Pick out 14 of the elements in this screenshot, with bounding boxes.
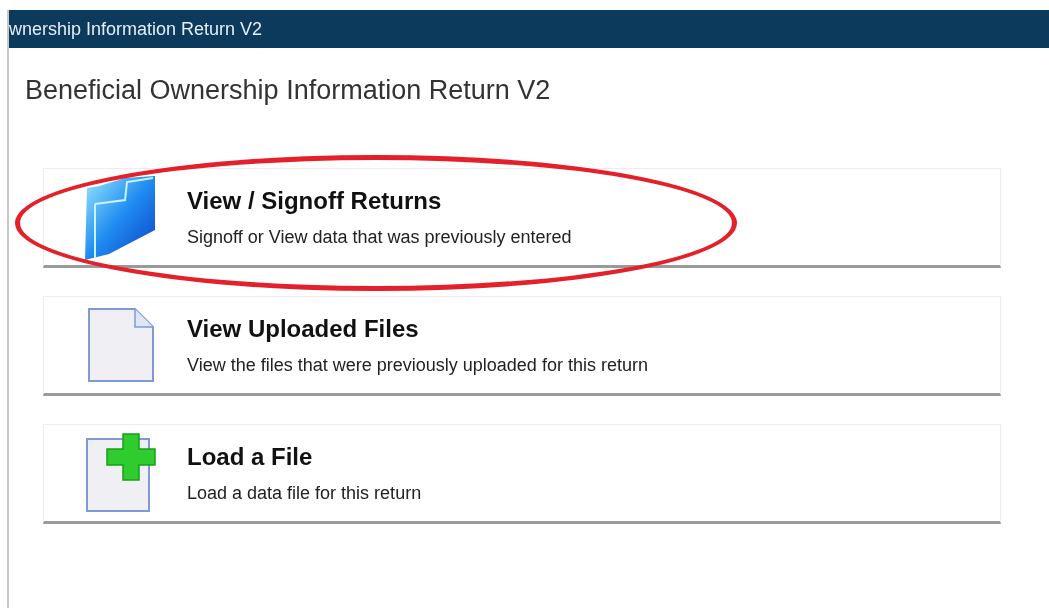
action-description: Load a data file for this return [187, 482, 422, 504]
action-title: View / Signoff Returns [187, 186, 443, 215]
page-heading: Beneficial Ownership Information Return V2 [25, 75, 552, 106]
window-title: wnership Information Return V2 [9, 18, 263, 40]
action-title: View Uploaded Files [187, 314, 420, 343]
action-card[interactable]: View Uploaded Files View the files that were previously uploaded for this return [43, 296, 1001, 396]
action-card[interactable]: View / Signoff Returns Signoff or View data that was previously entered [43, 168, 1001, 268]
add-file-icon [84, 433, 157, 513]
action-description: View the files that were previously uploaded for this return [187, 354, 648, 376]
action-card[interactable]: Load a File Load a data file for this return [43, 424, 1001, 524]
folder-icon [84, 174, 157, 260]
document-icon [86, 307, 155, 383]
action-description: Signoff or View data that was previously entered [187, 226, 572, 248]
action-title: Load a File [187, 442, 314, 471]
